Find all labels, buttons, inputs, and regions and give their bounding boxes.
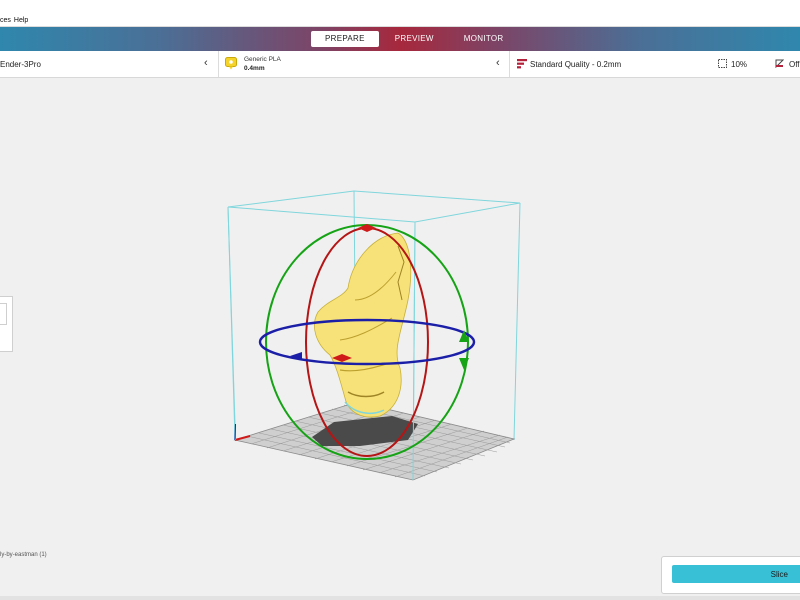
menu-bar: ces Help (0, 0, 800, 27)
3d-viewport[interactable] (0, 78, 800, 600)
support-icon (775, 59, 784, 68)
tool-panel-field[interactable] (0, 303, 7, 325)
printer-name: Ender-3Pro (0, 60, 41, 69)
printer-selector[interactable]: Ender-3Pro ‹ (0, 51, 218, 77)
tab-prepare[interactable]: PREPARE (311, 31, 379, 47)
model[interactable] (314, 232, 412, 418)
object-list-name[interactable]: ly-by-eastman (1) (0, 552, 47, 558)
tool-panel[interactable] (0, 296, 13, 352)
stage-header: PREPARE PREVIEW MONITOR (0, 27, 800, 51)
tab-preview[interactable]: PREVIEW (381, 31, 448, 47)
material-selector[interactable]: Generic PLA 0.4mm ‹ (219, 51, 509, 77)
chevron-left-icon: ‹ (204, 57, 208, 69)
support-value: Off (789, 60, 800, 69)
material-name: Generic PLA (244, 56, 281, 63)
menu-preferences[interactable]: ces (0, 17, 11, 24)
quality-profile: Standard Quality - 0.2mm (530, 60, 622, 69)
window-bottom-edge (0, 596, 800, 600)
menu-help[interactable]: Help (14, 17, 28, 24)
infill-value: 10% (731, 60, 748, 69)
print-settings-selector[interactable]: Standard Quality - 0.2mm 10% Off (510, 51, 800, 77)
action-panel: Slice (661, 556, 800, 594)
chevron-left-icon: ‹ (496, 57, 500, 69)
machine-toolbar: Ender-3Pro ‹ Generic PLA 0.4mm ‹ Standar… (0, 51, 800, 78)
nozzle-size: 0.4mm (244, 65, 265, 72)
quality-icon (517, 59, 527, 69)
slice-button[interactable]: Slice (672, 565, 800, 583)
tab-monitor[interactable]: MONITOR (450, 31, 518, 47)
extruder-icon (225, 57, 237, 70)
scene[interactable] (0, 78, 800, 600)
infill-icon (718, 59, 727, 68)
